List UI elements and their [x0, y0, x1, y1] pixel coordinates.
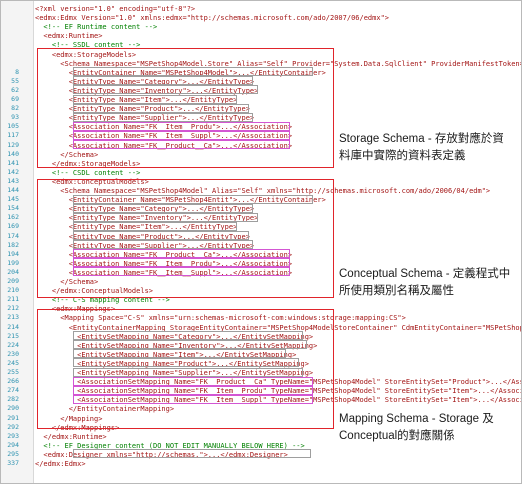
storage-schema-annotation: Storage Schema - 存放對應於資料庫中實際的資料表定義: [339, 133, 504, 162]
line-number: 182: [7, 240, 19, 249]
collapsed-region-box[interactable]: [73, 449, 311, 459]
line-number: 212: [7, 304, 19, 313]
code-line[interactable]: </edmx:Edmx>: [35, 459, 515, 469]
mapping-schema-highlight: [37, 309, 334, 429]
line-number: 282: [7, 395, 19, 404]
line-number: 224: [7, 340, 19, 349]
line-number: 129: [7, 140, 19, 149]
line-number: 117: [7, 131, 19, 140]
line-number: 105: [7, 122, 19, 131]
line-number: 266: [7, 377, 19, 386]
line-number: 230: [7, 349, 19, 358]
line-number: 82: [11, 104, 19, 113]
line-number: 69: [11, 95, 19, 103]
line-number: 169: [7, 222, 19, 231]
line-number: 143: [7, 176, 19, 185]
line-number: 199: [7, 258, 19, 267]
line-number: 140: [7, 149, 19, 158]
line-number: 162: [7, 213, 19, 222]
conceptual-schema-annotation: Conceptual Schema - 定義程式中所使用類別名稱及屬性: [339, 268, 511, 297]
line-number: 274: [7, 386, 19, 395]
line-number: 293: [7, 431, 19, 440]
line-number: 62: [11, 85, 19, 94]
line-number: 144: [7, 186, 19, 194]
line-number: 255: [7, 368, 19, 376]
line-number: 204: [7, 267, 19, 276]
code-text: </edmx:Edmx>: [35, 460, 86, 468]
line-number: 174: [7, 231, 19, 240]
line-number: 290: [7, 404, 19, 413]
line-number: 292: [7, 422, 19, 431]
line-number: 245: [7, 358, 19, 367]
line-number: 291: [7, 413, 19, 422]
line-number: 93: [11, 113, 19, 122]
line-number: 141: [7, 158, 19, 167]
line-number: 213: [7, 313, 19, 322]
line-number: 194: [7, 249, 19, 258]
conceptual-schema-highlight: [37, 179, 334, 298]
line-number: 215: [7, 331, 19, 340]
line-number: 8: [15, 67, 19, 76]
line-number: 55: [11, 76, 19, 85]
line-number: 337: [7, 459, 19, 467]
line-number: 294: [7, 440, 19, 449]
line-number: 142: [7, 167, 19, 176]
line-number: 209: [7, 277, 19, 285]
line-number: 214: [7, 322, 19, 331]
line-number-gutter: 8 55 62 69 82 93 105 117 129 140 141 142 143 144 145 15…: [1, 1, 34, 483]
line-number: 295: [7, 449, 19, 458]
storage-schema-highlight: [37, 48, 334, 168]
line-number: 210: [7, 286, 19, 295]
xml-editor-window: 8 55 62 69 82 93 105 117 129 140 141 142 143 144 145 15…: [0, 0, 522, 484]
line-number: 145: [7, 195, 19, 204]
mapping-schema-annotation: Mapping Schema - Storage 及 Conceptual的對應…: [339, 413, 494, 442]
line-number: 211: [7, 295, 19, 304]
line-number: 154: [7, 204, 19, 213]
